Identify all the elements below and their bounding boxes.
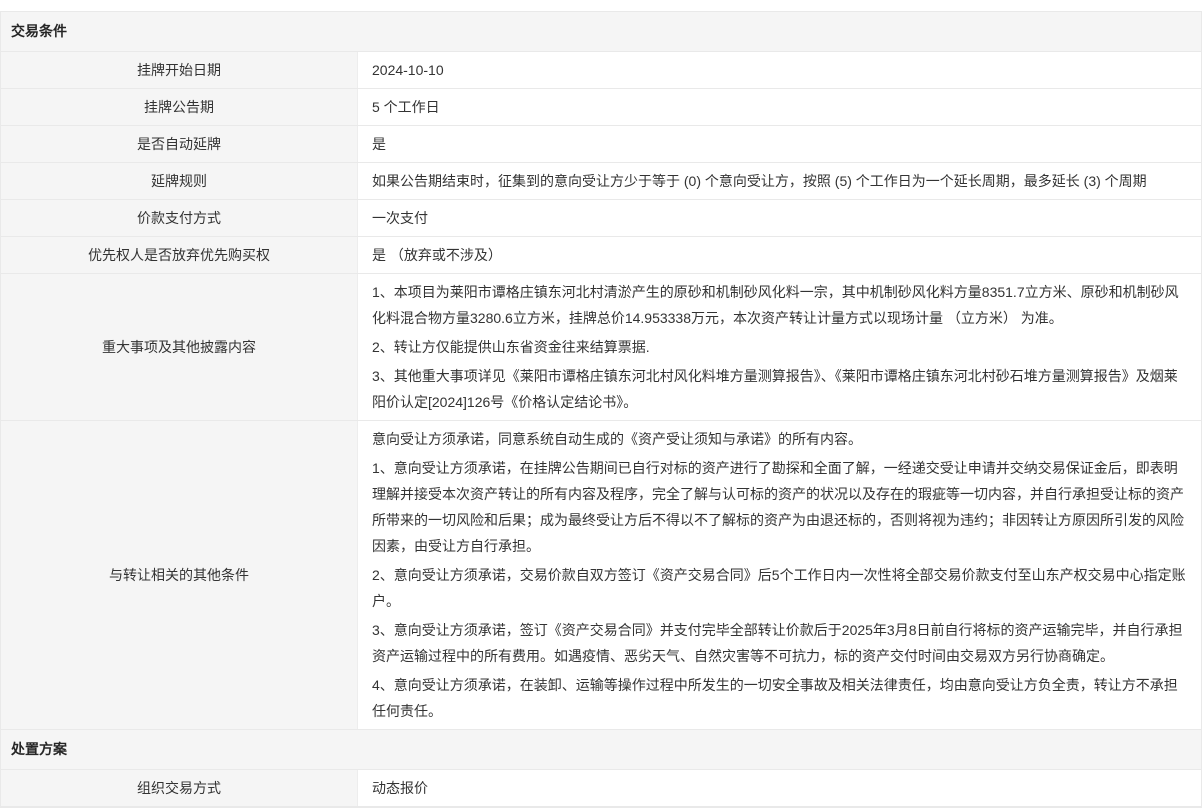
field-label: 价款支付方式 (1, 200, 358, 236)
field-row: 价款支付方式一次支付 (1, 200, 1201, 237)
field-row: 组织交易方式动态报价 (1, 770, 1201, 807)
field-value: 一次支付 (358, 200, 1201, 236)
value-paragraph: 4、意向受让方须承诺，在装卸、运输等操作过程中所发生的一切安全事故及相关法律责任… (372, 672, 1187, 724)
field-row: 是否自动延牌是 (1, 126, 1201, 163)
value-paragraph: 1、本项目为莱阳市谭格庄镇东河北村清淤产生的原砂和机制砂风化料一宗，其中机制砂风… (372, 279, 1187, 331)
value-paragraph: 是 （放弃或不涉及） (372, 242, 1187, 268)
field-label: 与转让相关的其他条件 (1, 421, 358, 729)
field-value: 1、本项目为莱阳市谭格庄镇东河北村清淤产生的原砂和机制砂风化料一宗，其中机制砂风… (358, 274, 1201, 420)
value-paragraph: 2、转让方仅能提供山东省资金往来结算票据. (372, 334, 1187, 360)
field-row: 挂牌开始日期 2024-10-10 (1, 52, 1201, 89)
value-paragraph: 是 (372, 131, 1187, 157)
value-paragraph: 意向受让方须承诺，同意系统自动生成的《资产受让须知与承诺》的所有内容。 (372, 426, 1187, 452)
value-paragraph: 2024-10-10 (372, 57, 1187, 83)
section-header: 处置方案 (1, 730, 1201, 770)
field-label: 挂牌开始日期 (1, 52, 358, 88)
value-paragraph: 5 个工作日 (372, 94, 1187, 120)
field-row: 重大事项及其他披露内容 1、本项目为莱阳市谭格庄镇东河北村清淤产生的原砂和机制砂风… (1, 274, 1201, 421)
field-label: 重大事项及其他披露内容 (1, 274, 358, 420)
field-label: 优先权人是否放弃优先购买权 (1, 237, 358, 273)
field-value: 5 个工作日 (358, 89, 1201, 125)
field-value: 如果公告期结束时，征集到的意向受让方少于等于 (0) 个意向受让方，按照 (5)… (358, 163, 1201, 199)
field-value: 是 (358, 126, 1201, 162)
field-value: 意向受让方须承诺，同意系统自动生成的《资产受让须知与承诺》的所有内容。 1、意向受… (358, 421, 1201, 729)
section-header: 交易条件 (1, 12, 1201, 52)
value-paragraph: 3、其他重大事项详见《莱阳市谭格庄镇东河北村风化料堆方量测算报告》、《莱阳市谭格… (372, 363, 1187, 415)
value-paragraph: 2、意向受让方须承诺，交易价款自双方签订《资产交易合同》后5个工作日内一次性将全… (372, 562, 1187, 614)
field-row: 优先权人是否放弃优先购买权是 （放弃或不涉及） (1, 237, 1201, 274)
listing-detail-table: 交易条件挂牌开始日期2024-10-10挂牌公告期5 个工作日是否自动延牌是延牌… (0, 11, 1202, 808)
field-label: 组织交易方式 (1, 770, 358, 806)
field-value: 2024-10-10 (358, 52, 1201, 88)
field-row: 挂牌公告期 5 个工作日 (1, 89, 1201, 126)
value-paragraph: 3、意向受让方须承诺，签订《资产交易合同》并支付完毕全部转让价款后于2025年3… (372, 617, 1187, 669)
field-label: 是否自动延牌 (1, 126, 358, 162)
field-label: 延牌规则 (1, 163, 358, 199)
value-paragraph: 一次支付 (372, 205, 1187, 231)
field-label: 挂牌公告期 (1, 89, 358, 125)
field-value: 是 （放弃或不涉及） (358, 237, 1201, 273)
field-row: 延牌规则如果公告期结束时，征集到的意向受让方少于等于 (0) 个意向受让方，按照… (1, 163, 1201, 200)
field-value: 动态报价 (358, 770, 1201, 806)
field-row: 与转让相关的其他条件意向受让方须承诺，同意系统自动生成的《资产受让须知与承诺》的… (1, 421, 1201, 730)
value-paragraph: 如果公告期结束时，征集到的意向受让方少于等于 (0) 个意向受让方，按照 (5)… (372, 168, 1187, 194)
value-paragraph: 动态报价 (372, 775, 1187, 801)
value-paragraph: 1、意向受让方须承诺，在挂牌公告期间已自行对标的资产进行了勘探和全面了解，一经递… (372, 455, 1187, 559)
